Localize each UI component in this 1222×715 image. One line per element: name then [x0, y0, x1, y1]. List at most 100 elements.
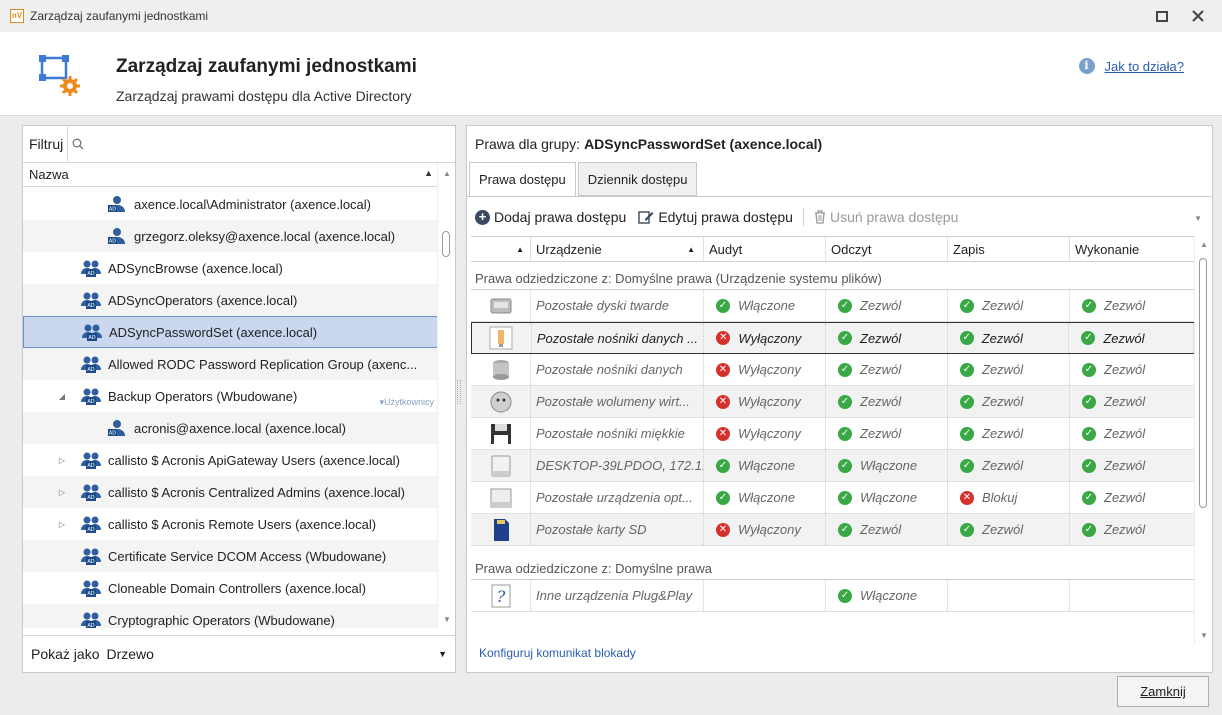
- check-icon: ✓: [838, 588, 852, 603]
- scroll-thumb[interactable]: [1199, 258, 1207, 508]
- tree-item[interactable]: ◢ AD Backup Operators (Wbudowane) ▾Użytkown…: [23, 380, 438, 412]
- group-tree[interactable]: AD axence.local\Administrator (axence.loc…: [23, 188, 438, 628]
- write-cell[interactable]: ✓ Zezwól: [948, 290, 1070, 321]
- tree-item[interactable]: AD acronis@axence.local (axence.local): [23, 412, 438, 444]
- scroll-down-icon[interactable]: ▼: [443, 615, 451, 624]
- read-cell[interactable]: ✓ Zezwól: [826, 514, 948, 545]
- tab-access-rights[interactable]: Prawa dostępu: [469, 162, 576, 197]
- grid-scrollbar[interactable]: ▲ ▼: [1194, 236, 1212, 644]
- toolbar-overflow-icon[interactable]: ▼: [1194, 214, 1202, 223]
- rights-row[interactable]: Pozostałe karty SD ✕ Wyłączony ✓ Zezwól ✓ Zezw…: [471, 514, 1195, 546]
- rights-row[interactable]: Pozostałe urządzenia opt... ✓ Włączone ✓ Włą…: [471, 482, 1195, 514]
- rights-row[interactable]: DESKTOP-39LPDOO, 172.1... ✓ Włączone ✓ Włącz…: [471, 450, 1195, 482]
- column-header-execute[interactable]: Wykonanie: [1070, 237, 1195, 261]
- audit-cell[interactable]: ✓ Włączone: [704, 482, 826, 513]
- delete-rights-button[interactable]: Usuń prawa dostępu: [814, 209, 958, 225]
- tree-item[interactable]: AD ADSyncPasswordSet (axence.local): [23, 316, 438, 348]
- audit-cell[interactable]: ✕ Wyłączony: [704, 418, 826, 449]
- expand-icon[interactable]: ▷: [57, 520, 67, 529]
- read-cell[interactable]: ✓ Zezwól: [826, 290, 948, 321]
- tree-item[interactable]: AD Certificate Service DCOM Access (Wbudo…: [23, 540, 438, 572]
- write-cell[interactable]: ✓ Zezwól: [948, 450, 1070, 481]
- tree-item[interactable]: AD ADSyncBrowse (axence.local): [23, 252, 438, 284]
- write-cell[interactable]: ✓ Zezwól: [948, 514, 1070, 545]
- write-cell[interactable]: ✓ Zezwól: [948, 323, 1070, 353]
- configure-block-message-link[interactable]: Konfiguruj komunikat blokady: [479, 646, 636, 660]
- rights-row[interactable]: Pozostałe nośniki miękkie ✕ Wyłączony ✓ Zezw…: [471, 418, 1195, 450]
- write-cell[interactable]: [948, 580, 1070, 611]
- add-rights-button[interactable]: + Dodaj prawa dostępu: [475, 209, 626, 225]
- rights-row[interactable]: Pozostałe dyski twarde ✓ Włączone ✓ Zezwól ✓ Z…: [471, 290, 1195, 322]
- execute-cell[interactable]: ✓ Zezwól: [1070, 386, 1195, 417]
- audit-cell[interactable]: [704, 580, 826, 611]
- read-cell[interactable]: ✓ Włączone: [826, 580, 948, 611]
- execute-cell[interactable]: ✓ Zezwól: [1070, 514, 1195, 545]
- write-cell[interactable]: ✕ Blokuj: [948, 482, 1070, 513]
- tab-access-log[interactable]: Dziennik dostępu: [577, 162, 698, 196]
- audit-cell[interactable]: ✓ Włączone: [704, 450, 826, 481]
- rights-row[interactable]: ? Inne urządzenia Plug&Play ✓ Włączone: [471, 580, 1195, 612]
- scroll-up-icon[interactable]: ▲: [1200, 240, 1208, 249]
- read-cell[interactable]: ✓ Zezwól: [826, 323, 948, 353]
- column-header-icon[interactable]: ▲: [471, 237, 531, 261]
- edit-rights-button[interactable]: Edytuj prawa dostępu: [638, 209, 793, 225]
- tree-item[interactable]: AD grzegorz.oleksy@axence.local (axence.l…: [23, 220, 438, 252]
- expand-icon[interactable]: ▷: [57, 488, 67, 497]
- tree-item[interactable]: AD Cloneable Domain Controllers (axence.l…: [23, 572, 438, 604]
- how-it-works-link[interactable]: Jak to działa?: [1105, 59, 1185, 74]
- column-header-write[interactable]: Zapis: [948, 237, 1070, 261]
- tree-item[interactable]: AD axence.local\Administrator (axence.loc…: [23, 188, 438, 220]
- audit-cell[interactable]: ✕ Wyłączony: [704, 354, 826, 385]
- write-cell[interactable]: ✓ Zezwól: [948, 354, 1070, 385]
- column-header-name[interactable]: Nazwa ▲: [23, 163, 455, 187]
- scroll-down-icon[interactable]: ▼: [1200, 631, 1208, 640]
- filter-input[interactable]: [67, 125, 455, 163]
- tree-item[interactable]: AD Allowed RODC Password Replication Grou…: [23, 348, 438, 380]
- expand-icon[interactable]: ▷: [57, 456, 67, 465]
- read-cell[interactable]: ✓ Włączone: [826, 482, 948, 513]
- execute-value: Zezwól: [1104, 490, 1146, 505]
- rights-row[interactable]: Pozostałe nośniki danych ... ✕ Wyłączony ✓ Z…: [471, 322, 1195, 354]
- column-header-audit[interactable]: Audyt: [704, 237, 826, 261]
- audit-cell[interactable]: ✕ Wyłączony: [704, 386, 826, 417]
- audit-cell[interactable]: ✕ Wyłączony: [704, 323, 827, 353]
- column-header-read[interactable]: Odczyt: [826, 237, 948, 261]
- read-cell[interactable]: ✓ Włączone: [826, 450, 948, 481]
- audit-cell[interactable]: ✕ Wyłączony: [704, 514, 826, 545]
- rights-row[interactable]: Pozostałe nośniki danych ✕ Wyłączony ✓ Zezwó…: [471, 354, 1195, 386]
- read-cell[interactable]: ✓ Zezwól: [826, 418, 948, 449]
- ad-user-icon: AD: [107, 227, 127, 245]
- tree-item[interactable]: AD ADSyncOperators (axence.local): [23, 284, 438, 316]
- scroll-thumb[interactable]: [442, 231, 450, 257]
- execute-cell[interactable]: ✓ Zezwól: [1070, 482, 1195, 513]
- tree-item[interactable]: AD Cryptographic Operators (Wbudowane): [23, 604, 438, 628]
- column-header-device[interactable]: Urządzenie ▲: [531, 237, 704, 261]
- close-button[interactable]: Zamknij: [1117, 676, 1209, 707]
- rights-row[interactable]: Pozostałe wolumeny wirt... ✕ Wyłączony ✓ Zez…: [471, 386, 1195, 418]
- read-cell[interactable]: ✓ Zezwól: [826, 386, 948, 417]
- maximize-button[interactable]: [1152, 6, 1172, 26]
- execute-cell[interactable]: [1070, 580, 1195, 611]
- read-value: Zezwól: [860, 426, 902, 441]
- collapse-icon[interactable]: ◢: [57, 392, 67, 401]
- tree-item[interactable]: ▷ AD callisto $ Acronis Centralized Admins…: [23, 476, 438, 508]
- write-cell[interactable]: ✓ Zezwól: [948, 386, 1070, 417]
- audit-cell[interactable]: ✓ Włączone: [704, 290, 826, 321]
- read-cell[interactable]: ✓ Zezwól: [826, 354, 948, 385]
- show-as-select[interactable]: Drzewo ▼: [103, 641, 449, 667]
- tree-item[interactable]: ▷ AD callisto $ Acronis Remote Users (axen…: [23, 508, 438, 540]
- close-window-button[interactable]: [1188, 6, 1208, 26]
- tree-scrollbar[interactable]: ▲ ▼: [437, 163, 455, 628]
- read-value: Włączone: [860, 490, 918, 505]
- execute-cell[interactable]: ✓ Zezwól: [1069, 323, 1195, 353]
- write-cell[interactable]: ✓ Zezwól: [948, 418, 1070, 449]
- execute-cell[interactable]: ✓ Zezwól: [1070, 418, 1195, 449]
- panel-splitter[interactable]: [457, 380, 461, 404]
- tree-item-label: Backup Operators (Wbudowane): [108, 388, 298, 404]
- tree-item[interactable]: ▷ AD callisto $ Acronis ApiGateway Users (…: [23, 444, 438, 476]
- filter-label: Filtruj: [29, 136, 64, 152]
- execute-cell[interactable]: ✓ Zezwól: [1070, 290, 1195, 321]
- scroll-up-icon[interactable]: ▲: [443, 169, 451, 178]
- execute-cell[interactable]: ✓ Zezwól: [1070, 450, 1195, 481]
- execute-cell[interactable]: ✓ Zezwól: [1070, 354, 1195, 385]
